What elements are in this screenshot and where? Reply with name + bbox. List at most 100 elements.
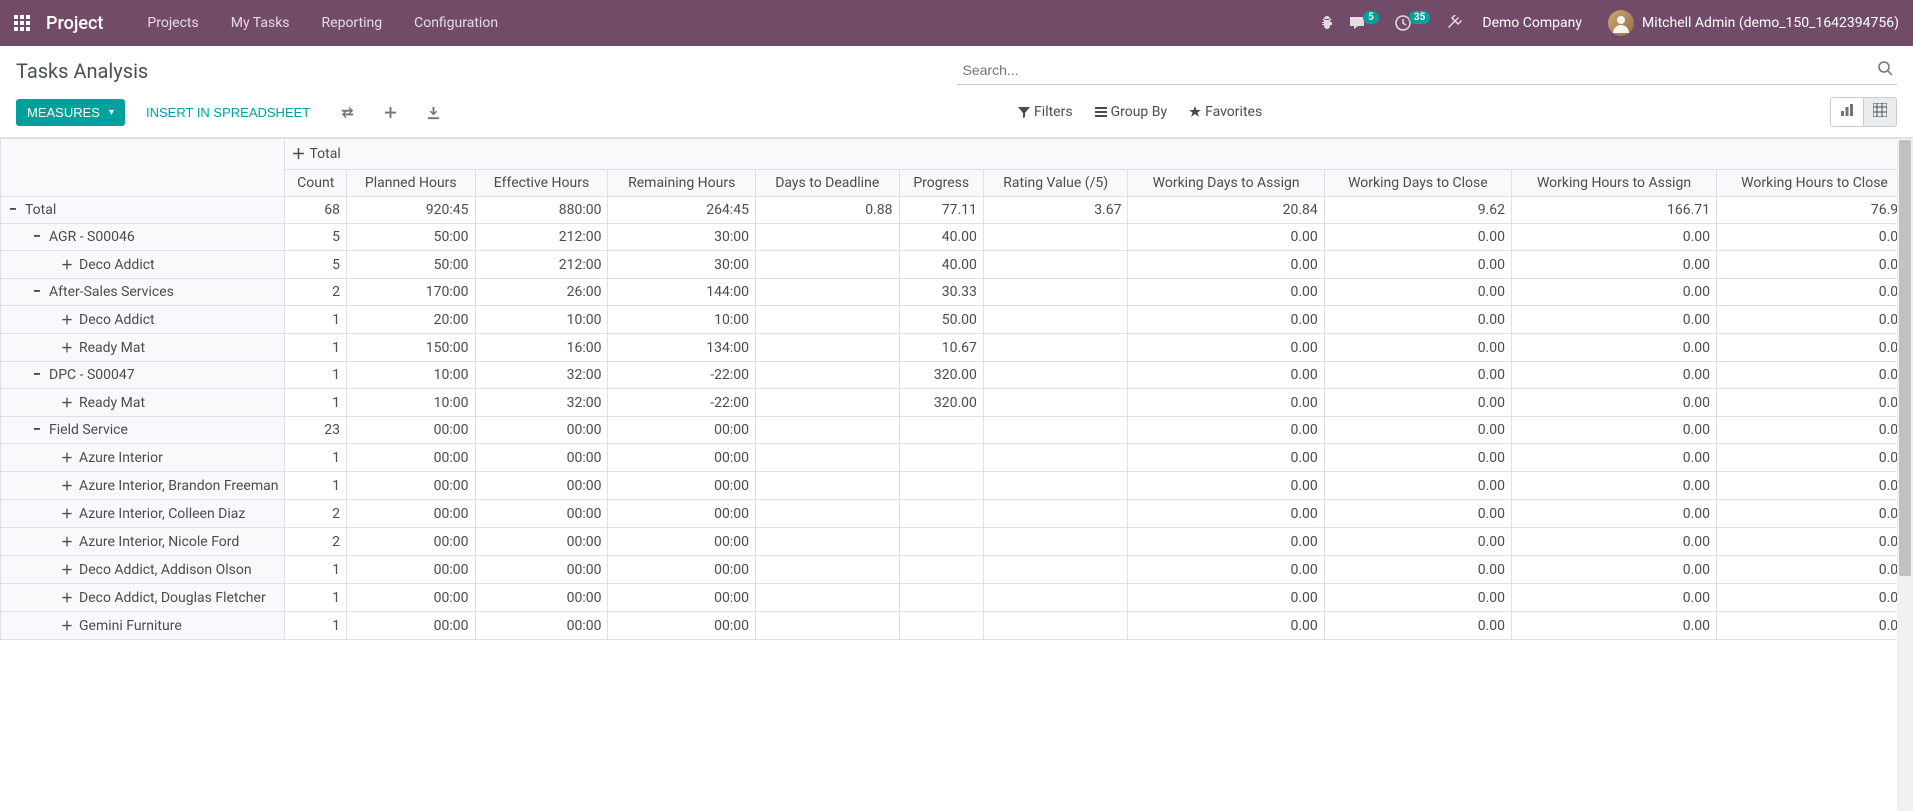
plus-icon[interactable]: ＋ [61,256,73,273]
scrollbar-thumb[interactable] [1899,140,1911,576]
pivot-cell [899,528,983,556]
pivot-col-header[interactable]: Working Hours to Close [1717,170,1913,197]
pivot-cell: 0.00 [1324,500,1511,528]
pivot-col-total[interactable]: ＋Total [285,139,1913,170]
pivot-cell: 0.00 [1511,500,1716,528]
pivot-row-header[interactable]: ＋Azure Interior, Colleen Diaz [1,500,285,528]
pivot-cell: 32:00 [475,362,608,389]
pivot-row-header[interactable]: ＋Azure Interior [1,444,285,472]
pivot-row-header[interactable]: ＋ Azure Interior, Brandon Freeman [1,472,285,500]
search-icon[interactable] [1877,60,1893,80]
pivot-cell [983,334,1128,362]
insert-spreadsheet-button[interactable]: Insert in Spreadsheet [135,99,321,126]
pivot-row-header[interactable]: ━AGR - S00046 [1,224,285,251]
pivot-row-header[interactable]: ＋Ready Mat [1,389,285,417]
pivot-cell: 50.00 [899,306,983,334]
plus-icon[interactable]: ＋ [61,589,73,606]
pivot-row-header[interactable]: ＋ Ready Mat [1,334,285,362]
minus-icon[interactable]: ━ [7,205,19,215]
app-brand[interactable]: Project [46,13,103,34]
nav-menu-reporting[interactable]: Reporting [308,9,397,37]
pivot-col-header[interactable]: Days to Deadline [755,170,899,197]
pivot-row-header[interactable]: ＋Gemini Furniture [1,612,285,640]
plus-icon[interactable]: ＋ [61,394,73,411]
user-menu[interactable]: Mitchell Admin (demo_150_1642394756) [1602,10,1905,36]
plus-icon[interactable]: ＋ [61,617,73,634]
pivot-row-header[interactable]: ＋ Deco Addict, Addison Olson [1,556,285,584]
nav-menu-configuration[interactable]: Configuration [400,9,512,37]
pivot-col-header[interactable]: Effective Hours [475,170,608,197]
download-button[interactable] [417,99,450,126]
plus-icon[interactable]: ＋ [291,144,303,164]
favorites-dropdown[interactable]: Favorites [1189,104,1262,120]
pivot-cell: 00:00 [608,417,755,444]
nav-menu-my-tasks[interactable]: My Tasks [217,9,304,37]
groupby-dropdown[interactable]: Group By [1095,104,1168,120]
pivot-row-label: Ready Mat [79,340,145,356]
pivot-cell: 00:00 [608,444,755,472]
pivot-cell: 30.33 [899,279,983,306]
measures-button[interactable]: Measures [16,99,125,126]
pivot-view-button[interactable] [1863,97,1897,127]
pivot-container[interactable]: ＋Total CountPlanned HoursEffective Hours… [0,138,1913,809]
pivot-row-header[interactable]: ＋Deco Addict, Douglas Fletcher [1,584,285,612]
plus-icon[interactable]: ＋ [61,533,73,550]
pivot-cell: 0.00 [1324,417,1511,444]
pivot-col-header[interactable]: Count [285,170,347,197]
pivot-col-header[interactable]: Planned Hours [346,170,475,197]
debug-icon[interactable] [1319,15,1335,31]
pivot-cell [983,528,1128,556]
plus-icon[interactable]: ＋ [61,449,73,466]
pivot-row-header[interactable]: ━After-Sales Services [1,279,285,306]
pivot-cell: 134:00 [608,334,755,362]
pivot-col-header[interactable]: Working Days to Close [1324,170,1511,197]
company-switcher[interactable]: Demo Company [1476,15,1588,31]
plus-icon[interactable]: ＋ [61,561,73,578]
pivot-cell: 00:00 [475,556,608,584]
pivot-row-label: Azure Interior, Brandon Freeman [79,478,278,494]
plus-icon[interactable]: ＋ [61,311,73,328]
pivot-row-header[interactable]: ━DPC - S00047 [1,362,285,389]
scrollbar-track[interactable] [1897,140,1913,811]
plus-icon[interactable]: ＋ [61,339,73,356]
pivot-cell: 00:00 [608,584,755,612]
minus-icon[interactable]: ━ [31,370,43,380]
pivot-cell: 150:00 [346,334,475,362]
activities-badge: 35 [1409,11,1430,24]
pivot-cell: 0.00 [1717,417,1913,444]
user-name: Mitchell Admin (demo_150_1642394756) [1642,15,1899,31]
plus-icon[interactable]: ＋ [61,477,73,494]
pivot-cell [899,444,983,472]
minus-icon[interactable]: ━ [31,425,43,435]
pivot-cell [983,417,1128,444]
pivot-row-header[interactable]: ━Field Service [1,417,285,444]
pivot-cell: 1 [285,472,347,500]
pivot-row-header[interactable]: ＋Deco Addict [1,306,285,334]
activities-icon[interactable]: 35 [1395,15,1432,31]
graph-view-button[interactable] [1830,97,1863,127]
pivot-cell: 212:00 [475,251,608,279]
minus-icon[interactable]: ━ [31,287,43,297]
pivot-cell [983,362,1128,389]
pivot-row-header[interactable]: ＋Azure Interior, Nicole Ford [1,528,285,556]
plus-icon[interactable]: ＋ [61,505,73,522]
pivot-cell: 5 [285,251,347,279]
messages-icon[interactable]: 5 [1349,15,1381,31]
pivot-col-header[interactable]: Progress [899,170,983,197]
filters-dropdown[interactable]: Filters [1018,104,1073,120]
apps-icon[interactable] [8,9,36,37]
pivot-row-header[interactable]: ＋Deco Addict [1,251,285,279]
search-input[interactable] [957,56,1898,84]
minus-icon[interactable]: ━ [31,232,43,242]
nav-menu-projects[interactable]: Projects [133,9,212,37]
pivot-col-header[interactable]: Working Days to Assign [1128,170,1324,197]
pivot-row: ＋Azure Interior, Nicole Ford200:0000:000… [1,528,1913,556]
expand-all-button[interactable] [374,99,407,126]
pivot-col-header[interactable]: Working Hours to Assign [1511,170,1716,197]
pivot-col-header[interactable]: Remaining Hours [608,170,755,197]
pivot-row-label: Deco Addict, Addison Olson [79,562,252,578]
pivot-row-header[interactable]: ━Total [1,197,285,224]
pivot-col-header[interactable]: Rating Value (/5) [983,170,1128,197]
tools-icon[interactable] [1446,15,1462,31]
flip-axis-button[interactable] [331,99,364,126]
